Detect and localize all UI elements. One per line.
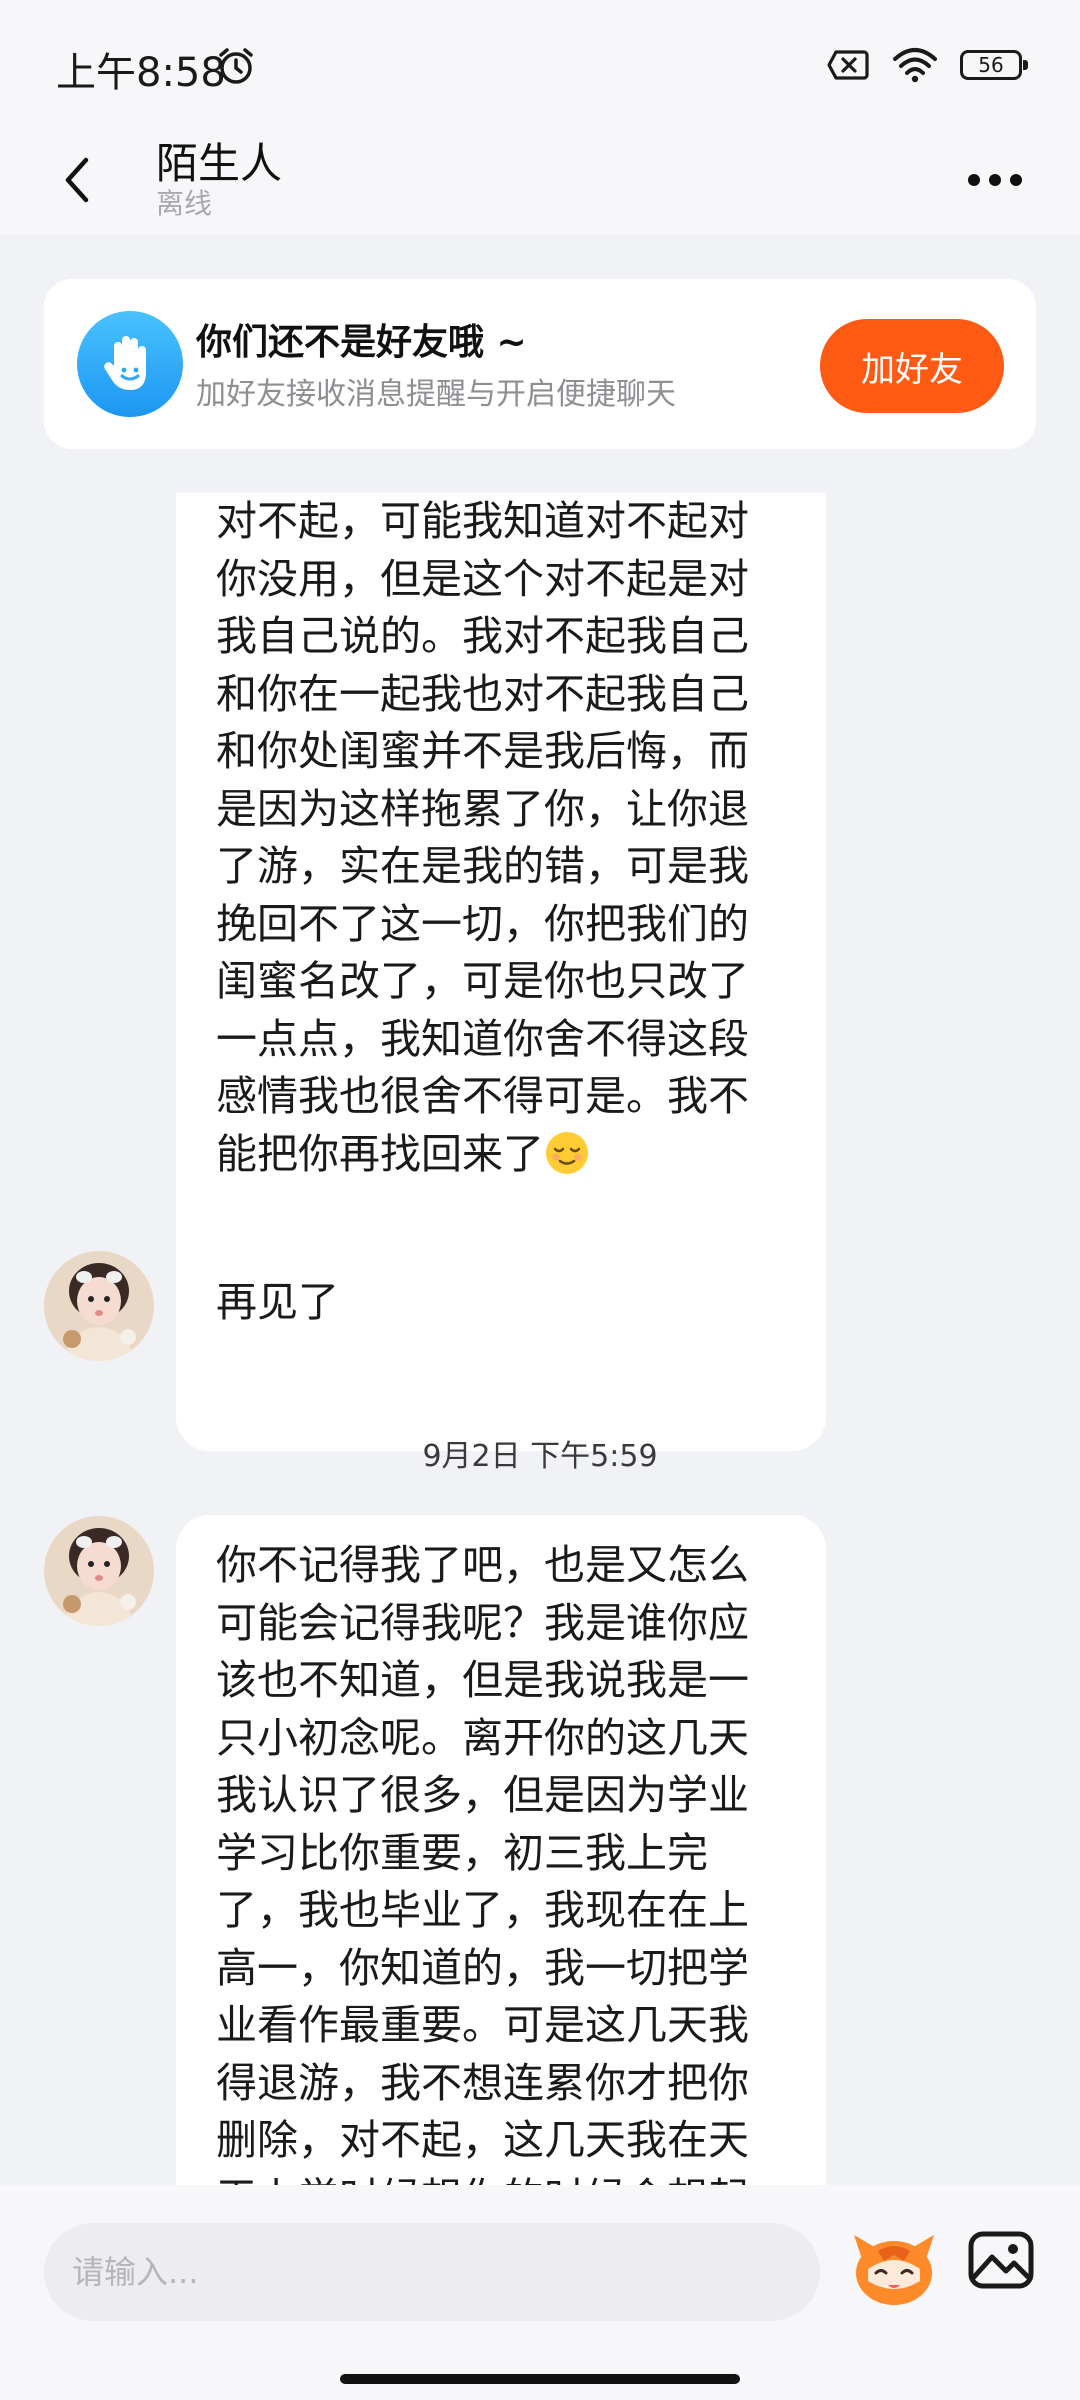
message-line: 了游，实在是我的错，可是我 [216, 842, 749, 890]
status-bar: 上午8:58 56 [0, 0, 1080, 130]
avatar-image [44, 1516, 154, 1626]
message-line: 业看作最重要。可是这几天我 [216, 2001, 749, 2049]
status-time: 上午8:58 [56, 50, 226, 96]
message-bubble[interactable]: 你不记得我了吧，也是又怎么 可能会记得我呢？我是谁你应 该也不知道，但是我说我是… [176, 1515, 826, 2185]
message-text: 再见了 [216, 1278, 339, 1327]
message-line: 该也不知道，但是我说我是一 [216, 1656, 749, 1704]
more-dots-icon [968, 174, 1022, 186]
message-line: 高一，你知道的，我一切把学 [216, 1943, 749, 1992]
message-line: 感情我也很舍不得可是。我不 [216, 1072, 749, 1120]
chat-area[interactable]: 你们还不是好友哦 ~ 加好友接收消息提醒与开启便捷聊天 加好友 对不起，可能我知… [0, 235, 1080, 2185]
friend-card-description: 加好友接收消息提醒与开启便捷聊天 [196, 377, 676, 412]
input-bar [0, 2185, 1080, 2400]
message-line-text: 能把你再找回来了 [216, 1129, 544, 1178]
message-line: 只小初念呢。离开你的这几天 [216, 1713, 749, 1762]
add-friend-card: 你们还不是好友哦 ~ 加好友接收消息提醒与开启便捷聊天 加好友 [44, 279, 1036, 449]
message-line: 学习比你重要，初三我上完 [216, 1828, 708, 1877]
avatar-image [44, 1251, 154, 1361]
friend-card-icon [77, 311, 183, 417]
message-line: 是因为这样拖累了你，让你退 [216, 784, 749, 833]
home-indicator[interactable] [340, 2374, 740, 2384]
battery-icon: 56 [960, 50, 1028, 80]
message-line: 和你处闺蜜并不是我后悔，而 [216, 727, 749, 775]
message-line: 挽回不了这一切，你把我们的 [216, 899, 749, 948]
battery-level: 56 [978, 53, 1004, 77]
add-friend-button[interactable]: 加好友 [820, 319, 1004, 413]
mascot-icon[interactable] [848, 2221, 940, 2313]
message-timestamp: 9月2日 下午5:59 [422, 1439, 658, 1474]
alarm-icon [219, 48, 253, 84]
message-line: 了，我也毕业了，我现在在上 [216, 1886, 749, 1934]
message-line: 我认识了很多，但是因为学业 [216, 1771, 749, 1819]
relieved-face-icon [546, 1131, 588, 1174]
message-line: 可能会记得我呢？我是谁你应 [216, 1598, 749, 1647]
message-line: 对不起，可能我知道对不起对 [216, 497, 749, 545]
more-button[interactable] [960, 150, 1030, 210]
message-line: 你不记得我了吧，也是又怎么 [216, 1541, 749, 1589]
avatar[interactable] [44, 1516, 154, 1626]
hand-icon [104, 336, 146, 390]
friend-card-title: 你们还不是好友哦 ~ [196, 322, 527, 363]
message-line: 得退游，我不想连累你才把你 [216, 2058, 749, 2107]
message-line: 一点点，我知道你舍不得这段 [216, 1014, 749, 1063]
back-button[interactable] [52, 140, 102, 220]
status-icons: 56 [826, 45, 1028, 85]
message-line: 和你在一起我也对不起我自己 [216, 669, 749, 718]
message-line: 闺蜜名改了，可是你也只改了 [216, 957, 749, 1005]
message-input[interactable] [44, 2223, 820, 2321]
chat-header: 陌生人 离线 [0, 130, 1080, 235]
message-line: 天上学时候想你的时候会想起 [216, 2170, 786, 2186]
back-arrow-icon [65, 157, 89, 203]
wifi-icon [893, 48, 937, 83]
image-icon[interactable] [966, 2225, 1036, 2295]
message-line-last: 能把你再找回来了 [216, 1126, 786, 1184]
message-bubble[interactable]: 再见了 [176, 1249, 386, 1357]
message-line: 删除，对不起，这几天我在天 [216, 2116, 749, 2164]
avatar[interactable] [44, 1251, 154, 1361]
message-line: 我自己说的。我对不起我自己 [216, 612, 749, 660]
online-status: 离线 [156, 187, 213, 220]
message-line: 你没用，但是这个对不起是对 [216, 554, 749, 603]
no-sim-icon [827, 50, 869, 80]
